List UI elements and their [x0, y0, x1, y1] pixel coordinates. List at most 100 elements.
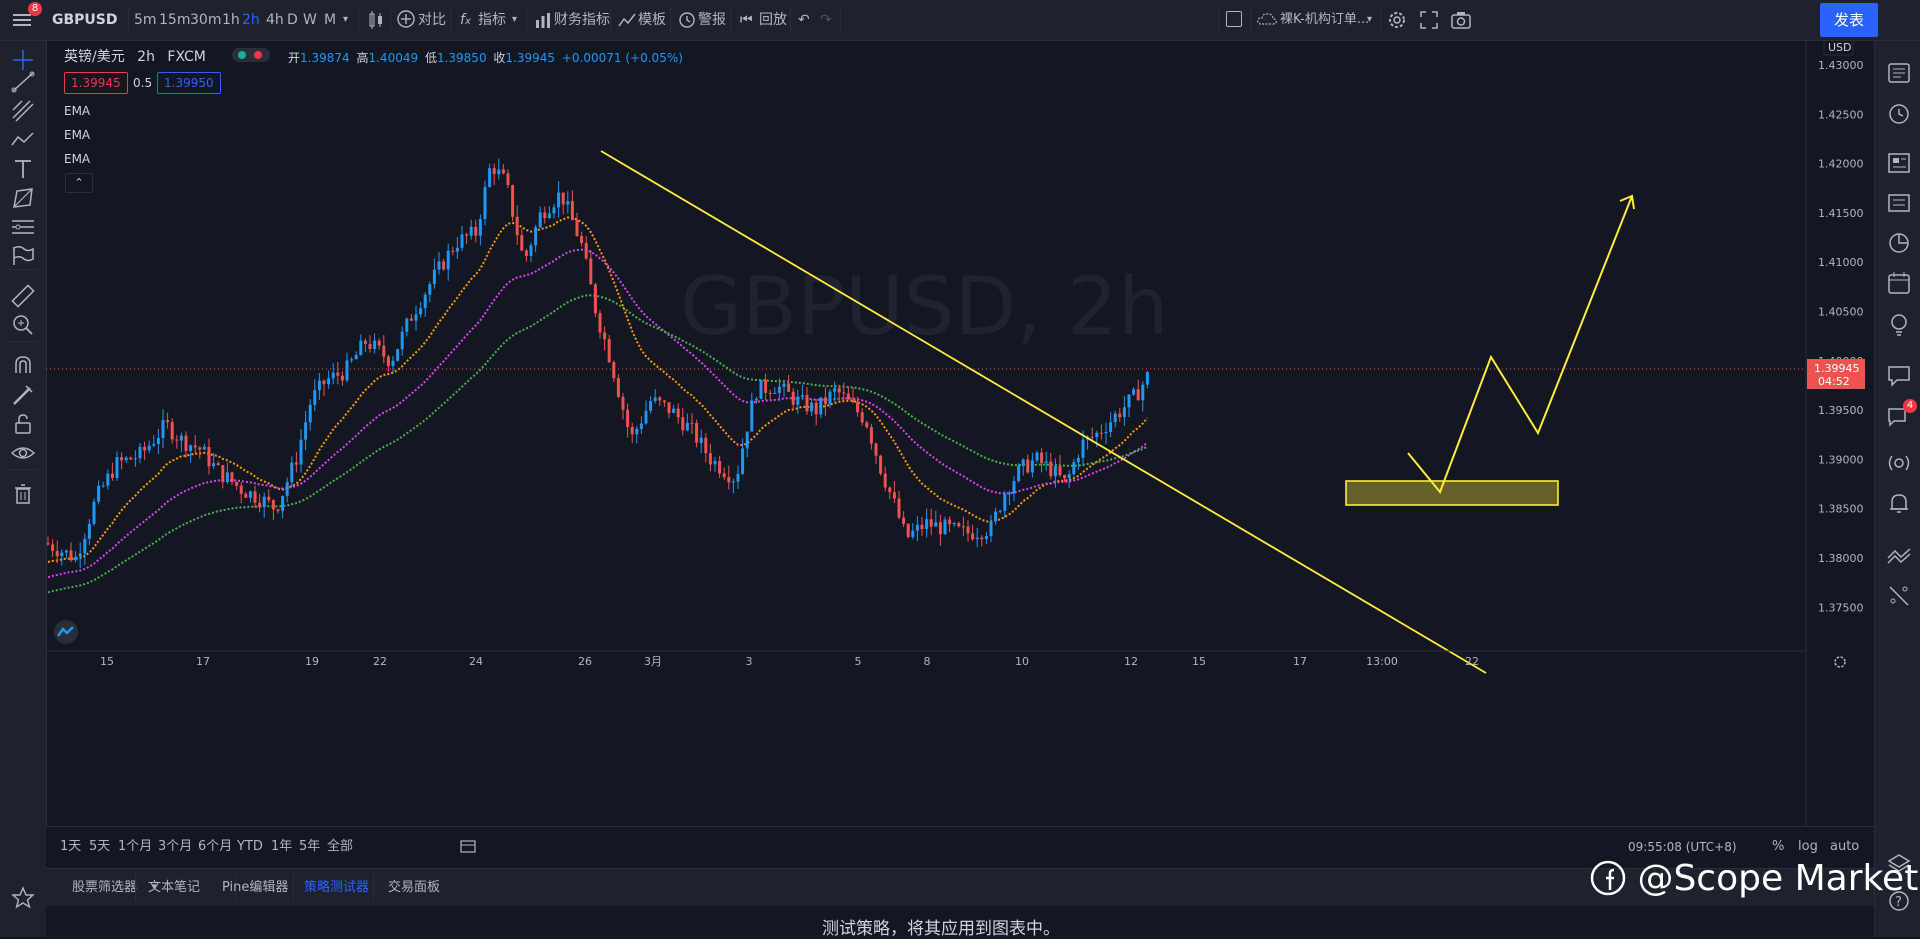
news-icon[interactable] — [1885, 149, 1913, 177]
timeframe-w[interactable]: W — [303, 0, 317, 40]
tab-stock-screener[interactable]: 股票筛选器 — [72, 869, 137, 906]
publish-button[interactable]: 发表 — [1820, 3, 1878, 37]
timeframe-m[interactable]: M — [324, 0, 336, 40]
timeframe-30m[interactable]: 30m — [190, 0, 221, 40]
stay-in-drawing-icon[interactable] — [8, 380, 38, 410]
indicators-dropdown-icon[interactable]: ▾ — [512, 0, 517, 40]
timeframe-15m[interactable]: 15m — [159, 0, 190, 40]
shapes-icon[interactable] — [8, 183, 38, 213]
timeframe-2h[interactable]: 2h — [242, 0, 260, 40]
range-6[interactable]: 1年 — [271, 827, 292, 867]
fullscreen-box-icon[interactable] — [1226, 11, 1242, 27]
streams-icon[interactable] — [1885, 449, 1913, 477]
sell-price-box[interactable]: 1.39945 — [64, 72, 128, 94]
candle-body — [630, 426, 634, 435]
alarm-clock-icon[interactable] — [1885, 99, 1913, 127]
candle-style-icon[interactable] — [364, 8, 388, 32]
buy-price-box[interactable]: 1.39950 — [157, 72, 221, 94]
range-8[interactable]: 全部 — [327, 827, 353, 867]
magnet-icon[interactable] — [8, 351, 38, 381]
indicators-icon[interactable]: fx — [460, 0, 471, 40]
candle-body — [1141, 384, 1145, 401]
financials-button[interactable]: 财务指标 — [554, 0, 610, 40]
goto-date-icon[interactable] — [460, 839, 476, 855]
layout-name[interactable]: 裸K-机构订单... — [1280, 0, 1369, 40]
zoom-icon[interactable] — [8, 310, 38, 340]
templates-button[interactable]: 模板 — [638, 0, 666, 40]
timeframe-5m[interactable]: 5m — [134, 0, 157, 40]
alert-icon[interactable] — [677, 9, 697, 29]
trash-icon[interactable] — [8, 479, 38, 509]
range-3[interactable]: 3个月 — [158, 827, 192, 867]
ema-indicator-2[interactable]: EMA — [64, 128, 90, 142]
fullscreen-icon[interactable] — [1418, 9, 1440, 31]
replay-icon[interactable]: ⏮ — [740, 0, 753, 40]
tab-strategy-tester[interactable]: 策略测试器 — [304, 869, 369, 906]
collapse-legend-button[interactable]: ⌃ — [65, 173, 93, 193]
timeframe-4h[interactable]: 4h — [266, 0, 284, 40]
chat-icon[interactable] — [1885, 361, 1913, 389]
candle-body — [258, 502, 262, 507]
ruler-icon[interactable] — [8, 281, 38, 311]
candle-body — [934, 522, 938, 527]
replay-button[interactable]: 回放 — [759, 0, 787, 40]
tab-text-notes[interactable]: 文本笔记 — [148, 869, 200, 906]
projected-path[interactable] — [1407, 195, 1633, 494]
favorites-star-icon[interactable] — [8, 883, 38, 913]
cloud-icon[interactable] — [1256, 10, 1278, 28]
legend-interval: 2h — [137, 49, 155, 65]
candle-body — [773, 392, 777, 394]
range-2[interactable]: 1个月 — [118, 827, 152, 867]
calendar-icon[interactable] — [1885, 269, 1913, 297]
data-window-icon[interactable] — [1885, 189, 1913, 217]
timeframe-1h[interactable]: 1h — [222, 0, 240, 40]
financials-icon[interactable] — [533, 10, 553, 30]
tab-pine-editor[interactable]: Pine编辑器 — [222, 869, 288, 906]
layout-dropdown-icon[interactable]: ▾ — [1367, 0, 1372, 40]
range-7[interactable]: 5年 — [299, 827, 320, 867]
timeframe-d[interactable]: D — [287, 0, 298, 40]
trend-line-icon[interactable] — [8, 67, 38, 97]
undo-icon[interactable]: ↶ — [798, 0, 810, 40]
range-0[interactable]: 1天 — [60, 827, 81, 867]
visibility-icon[interactable] — [8, 438, 38, 468]
alert-button[interactable]: 警报 — [698, 0, 726, 40]
range-1[interactable]: 5天 — [89, 827, 110, 867]
timeframe-dropdown-icon[interactable]: ▾ — [343, 0, 348, 40]
lock-icon[interactable] — [8, 409, 38, 439]
notifications-bell-icon[interactable] — [1885, 489, 1913, 517]
compare-icon[interactable] — [396, 9, 416, 29]
dom-icon[interactable] — [1885, 581, 1913, 609]
legend-title[interactable]: 英镑/美元 — [64, 49, 125, 65]
settings-icon[interactable] — [1386, 9, 1408, 31]
tradingview-logo[interactable] — [54, 620, 78, 644]
ema-indicator-3[interactable]: EMA — [64, 152, 90, 166]
price-chart[interactable]: GBPUSD, 2h 1.43000 1.42500 1.42000 1.41500 1… — [46, 41, 1874, 826]
ideas-lightbulb-icon[interactable] — [1885, 311, 1913, 339]
camera-icon[interactable] — [1450, 9, 1472, 31]
measure-lines-icon[interactable] — [8, 212, 38, 242]
indicators-button[interactable]: 指标 — [478, 0, 506, 40]
candle-body — [975, 537, 979, 540]
templates-icon[interactable] — [617, 10, 637, 30]
fib-tool-icon[interactable] — [8, 96, 38, 126]
text-icon[interactable] — [8, 154, 38, 184]
ema-indicator-1[interactable]: EMA — [64, 104, 90, 118]
compare-button[interactable]: 对比 — [418, 0, 446, 40]
trading-panel-icon[interactable] — [1885, 541, 1913, 569]
range-5[interactable]: YTD — [237, 827, 263, 867]
tab-trading-panel[interactable]: 交易面板 — [388, 869, 440, 906]
candle-body — [529, 245, 533, 256]
icons-flag-icon[interactable] — [8, 241, 38, 271]
hotlist-icon[interactable] — [1885, 229, 1913, 257]
market-status-toggle[interactable] — [232, 48, 270, 62]
watchlist-icon[interactable] — [1885, 59, 1913, 87]
price-tick: 1.39500 — [1818, 404, 1864, 417]
demand-zone-box[interactable] — [1345, 480, 1559, 506]
redo-icon[interactable]: ↷ — [820, 0, 832, 40]
pattern-icon[interactable] — [8, 125, 38, 155]
symbol-search[interactable]: GBPUSD — [52, 0, 118, 40]
range-4[interactable]: 6个月 — [198, 827, 232, 867]
descending-trendline[interactable] — [600, 150, 1487, 674]
price-tick: 1.43000 — [1818, 59, 1864, 72]
